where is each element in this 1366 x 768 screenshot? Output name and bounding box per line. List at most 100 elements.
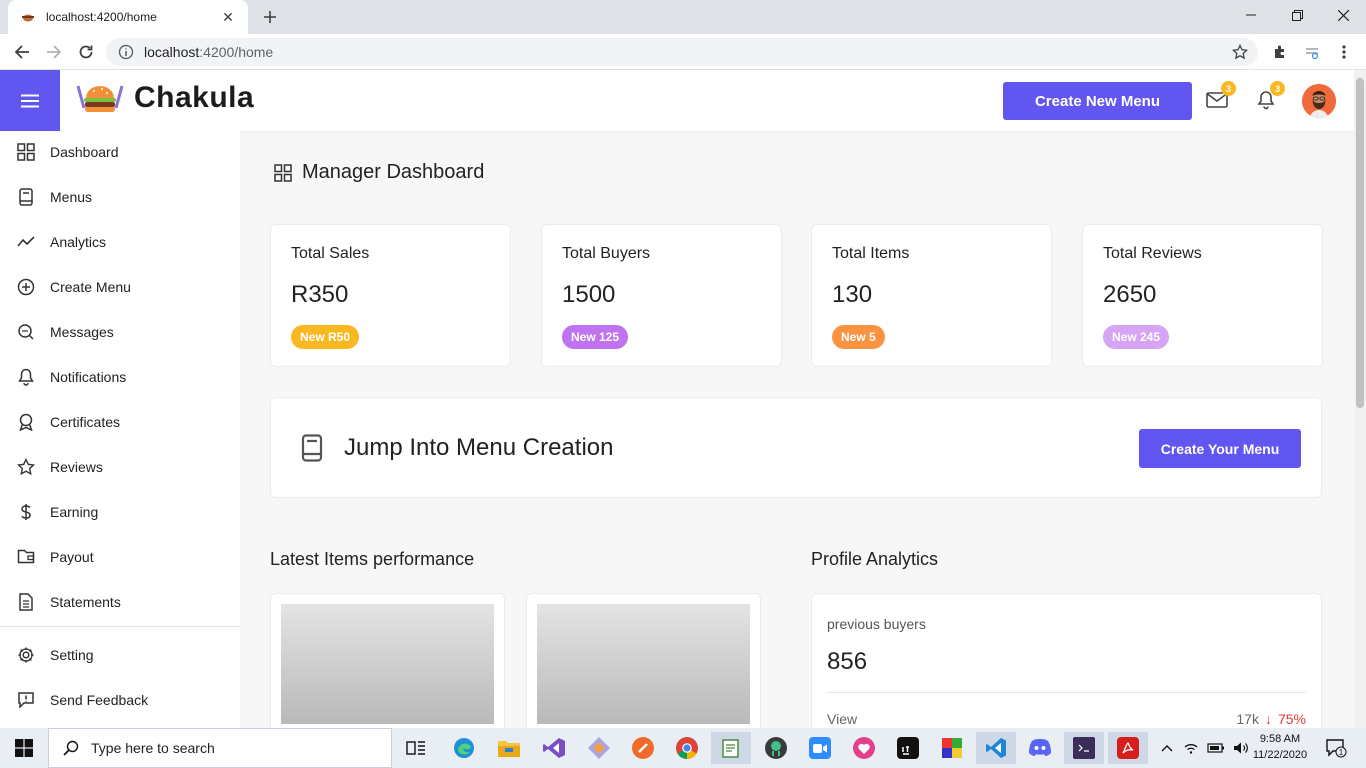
- minimize-icon[interactable]: [1228, 0, 1274, 30]
- create-new-menu-button[interactable]: Create New Menu: [1003, 82, 1192, 120]
- battery-icon[interactable]: [1207, 742, 1225, 754]
- page-scrollbar[interactable]: [1354, 70, 1366, 728]
- notifications-button[interactable]: 3: [1253, 81, 1285, 113]
- taskbar-clock[interactable]: 9:58 AM 11/22/2020: [1250, 731, 1310, 763]
- sidebar-item-menus[interactable]: Menus: [0, 175, 240, 219]
- analytics-caption: previous buyers: [827, 616, 926, 632]
- stat-label: Total Buyers: [562, 245, 651, 262]
- action-center-count: 1: [1339, 748, 1344, 757]
- analytics-value: 856: [827, 648, 868, 675]
- sidebar-item-label: Statements: [50, 594, 121, 610]
- burger-logo-icon: [74, 80, 126, 116]
- visual-studio-icon[interactable]: [534, 732, 574, 764]
- latest-items-title: Latest Items performance: [270, 549, 475, 569]
- create-your-menu-button[interactable]: Create Your Menu: [1139, 429, 1301, 468]
- edge-icon[interactable]: [444, 732, 484, 764]
- browser-tab[interactable]: localhost:4200/home ✕: [8, 0, 248, 34]
- vscode-icon[interactable]: [976, 732, 1016, 764]
- tab-close-icon[interactable]: ✕: [220, 9, 236, 25]
- stat-card-total-sales: Total Sales R350 New R50: [270, 224, 511, 367]
- menu-creation-banner: Jump Into Menu Creation Create Your Menu: [270, 397, 1322, 498]
- analytics-row-label: View: [827, 711, 858, 727]
- wifi-icon[interactable]: [1183, 741, 1199, 755]
- stat-card-total-reviews: Total Reviews 2650 New 245: [1082, 224, 1323, 367]
- stat-badge: New 245: [1103, 325, 1170, 349]
- stat-value: 1500: [562, 281, 616, 308]
- sidebar-item-label: Certificates: [50, 414, 121, 430]
- gitkraken-icon[interactable]: [756, 732, 796, 764]
- stat-label: Total Reviews: [1103, 245, 1202, 262]
- stat-card-total-buyers: Total Buyers 1500 New 125: [541, 224, 782, 367]
- bookmark-star-icon[interactable]: [1232, 44, 1248, 60]
- sidebar-item-create-menu[interactable]: Create Menu: [0, 265, 240, 309]
- forward-icon[interactable]: [42, 40, 66, 64]
- sidebar-item-label: Earning: [50, 504, 99, 520]
- page-title-text: Manager Dashboard: [302, 161, 485, 183]
- mail-button[interactable]: 3: [1204, 81, 1236, 113]
- chrome-icon[interactable]: [667, 732, 707, 764]
- extension-cast-icon[interactable]: [1300, 40, 1324, 64]
- new-tab-icon[interactable]: [258, 6, 282, 28]
- brand-logo[interactable]: Chakula: [74, 80, 254, 116]
- system-tray: [1155, 728, 1253, 768]
- reload-icon[interactable]: [74, 40, 98, 64]
- stat-value: 2650: [1103, 281, 1157, 308]
- stat-value: 130: [832, 281, 873, 308]
- mail-badge: 3: [1221, 81, 1236, 96]
- extensions-icon[interactable]: [1268, 40, 1292, 64]
- arrow-down-icon: ↓: [1264, 711, 1272, 727]
- acrobat-icon[interactable]: [1108, 732, 1148, 764]
- window-close-icon[interactable]: [1320, 0, 1366, 30]
- sidebar-item-label: Reviews: [50, 459, 103, 475]
- scrollbar-thumb[interactable]: [1356, 78, 1364, 408]
- sidebar-divider: [0, 626, 240, 627]
- volume-icon[interactable]: [1233, 741, 1249, 755]
- taskbar-search-input[interactable]: Type here to search: [48, 728, 392, 768]
- back-icon[interactable]: [10, 40, 34, 64]
- book-icon: [16, 187, 36, 207]
- sidebar-item-certificates[interactable]: Certificates: [0, 400, 240, 444]
- browser-menu-icon[interactable]: [1332, 40, 1356, 64]
- notepad-icon[interactable]: [711, 732, 751, 764]
- sidebar-item-payout[interactable]: Payout: [0, 535, 240, 579]
- browser-toolbar: localhost:4200/home: [0, 34, 1366, 70]
- restore-icon[interactable]: [1274, 0, 1320, 30]
- analytics-row-change: 75%: [1277, 711, 1306, 727]
- sidebar-item-setting[interactable]: Setting: [0, 633, 240, 677]
- profile-analytics-title: Profile Analytics: [811, 549, 939, 569]
- intellij-icon[interactable]: [888, 732, 928, 764]
- sidebar-item-send-feedback[interactable]: Send Feedback: [0, 678, 240, 722]
- info-icon[interactable]: [118, 44, 134, 60]
- feedback-icon: [16, 690, 36, 710]
- sidebar-item-analytics[interactable]: Analytics: [0, 220, 240, 264]
- sidebar-item-reviews[interactable]: Reviews: [0, 445, 240, 489]
- action-center-icon[interactable]: 1: [1318, 732, 1354, 764]
- chevron-up-icon[interactable]: [1161, 744, 1173, 752]
- sidebar-item-label: Menus: [50, 189, 93, 205]
- sidebar-item-dashboard[interactable]: Dashboard: [0, 130, 240, 174]
- windows-start-icon[interactable]: [0, 728, 48, 768]
- avatar[interactable]: [1302, 84, 1336, 118]
- messenger-icon[interactable]: [844, 732, 884, 764]
- main-content: Manager Dashboard Total Sales R350 New R…: [240, 131, 1354, 753]
- task-view-icon[interactable]: [396, 732, 436, 764]
- sidebar-item-notifications[interactable]: Notifications: [0, 355, 240, 399]
- postman-icon[interactable]: [623, 732, 663, 764]
- dollar-icon: [16, 502, 36, 522]
- terminal-icon[interactable]: [1064, 732, 1104, 764]
- winrar-icon[interactable]: [932, 732, 972, 764]
- sidebar-item-statements[interactable]: Statements: [0, 580, 240, 624]
- analytics-row-value: 17k: [1236, 711, 1259, 727]
- trend-icon: [16, 232, 36, 252]
- stat-badge: New R50: [291, 325, 360, 349]
- sidebar-item-earning[interactable]: Earning: [0, 490, 240, 534]
- address-bar[interactable]: localhost:4200/home: [106, 38, 1258, 66]
- browser-tabbar: localhost:4200/home ✕: [0, 0, 1366, 34]
- file-explorer-icon[interactable]: [489, 732, 529, 764]
- discord-icon[interactable]: [1020, 732, 1060, 764]
- sidebar-item-messages[interactable]: Messages: [0, 310, 240, 354]
- menu-toggle-icon[interactable]: [0, 70, 60, 131]
- chat-icon: [16, 322, 36, 342]
- git-app-icon[interactable]: [579, 732, 619, 764]
- zoom-icon[interactable]: [800, 732, 840, 764]
